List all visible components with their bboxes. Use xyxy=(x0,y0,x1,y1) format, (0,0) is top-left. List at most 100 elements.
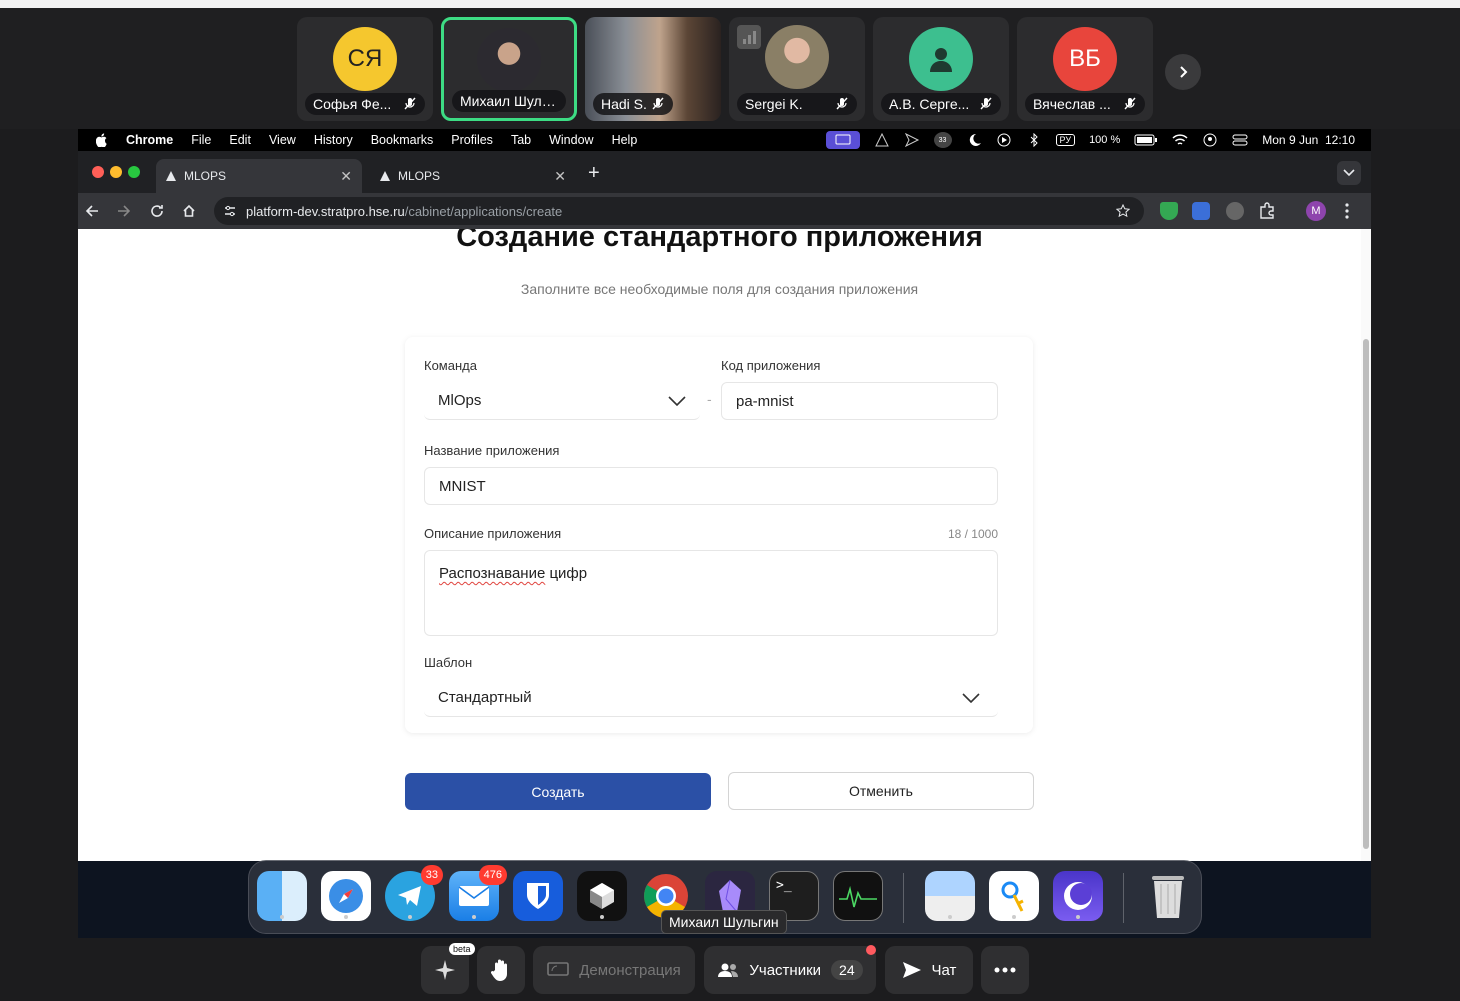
dock-tooltip: Михаил Шульгин xyxy=(661,910,787,934)
page-scrollbar[interactable] xyxy=(1361,229,1371,861)
zoom-window-button[interactable] xyxy=(128,166,140,178)
chat-button[interactable]: Чат xyxy=(885,946,973,994)
description-textarea[interactable]: Распознавание цифр xyxy=(424,550,998,636)
address-bar[interactable]: platform-dev.stratpro.hse.ru/cabinet/app… xyxy=(214,197,1144,225)
safari-icon[interactable] xyxy=(321,871,371,921)
screen-share-icon[interactable] xyxy=(825,131,860,149)
bitwarden-icon[interactable] xyxy=(513,871,563,921)
menu-file[interactable]: File xyxy=(191,133,211,147)
play-icon[interactable] xyxy=(996,133,1012,147)
cube-app-icon[interactable] xyxy=(577,871,627,921)
participants-button[interactable]: Участники 24 xyxy=(704,946,876,994)
bluetooth-icon[interactable] xyxy=(1026,133,1042,147)
send-icon[interactable] xyxy=(904,133,920,147)
next-participants-button[interactable] xyxy=(1165,54,1201,90)
app-name-input[interactable]: MNIST xyxy=(424,467,998,505)
moon-icon[interactable] xyxy=(966,133,982,147)
top-strip xyxy=(0,0,1460,8)
profile-avatar[interactable]: M xyxy=(1306,201,1326,221)
team-select[interactable]: MlOps xyxy=(424,382,700,420)
site-settings-icon[interactable] xyxy=(224,205,236,217)
shield-extension-icon[interactable] xyxy=(1160,202,1178,220)
mic-off-icon xyxy=(1124,97,1136,110)
telegram-icon[interactable]: 33 xyxy=(385,865,443,921)
apple-icon[interactable] xyxy=(96,133,108,147)
menu-chrome[interactable]: Chrome xyxy=(126,133,173,147)
participant-name: Михаил Шуль... xyxy=(452,90,566,112)
telegram-badge: 33 xyxy=(420,865,443,885)
scroll-thumb[interactable] xyxy=(1363,339,1369,849)
avatar xyxy=(477,28,541,92)
menu-profiles[interactable]: Profiles xyxy=(451,133,493,147)
participants-label: Участники xyxy=(749,961,822,979)
tab-search-button[interactable] xyxy=(1337,161,1361,185)
page-title: Создание стандартного приложения xyxy=(456,229,983,253)
participant-tile[interactable]: А.В. Серге... xyxy=(873,17,1009,121)
reload-button[interactable] xyxy=(147,201,167,221)
participant-tile[interactable]: Hadi S. xyxy=(585,17,721,121)
participant-tile-active[interactable]: Михаил Шуль... xyxy=(441,17,577,121)
battery-icon[interactable] xyxy=(1134,134,1158,146)
battery-percent: 100 % xyxy=(1089,134,1121,146)
preview-icon[interactable] xyxy=(925,871,975,921)
menu-tab[interactable]: Tab xyxy=(511,133,531,147)
menu-history[interactable]: History xyxy=(314,133,353,147)
notification-count-icon[interactable]: 33 xyxy=(933,132,952,148)
vpn-icon[interactable] xyxy=(874,133,890,147)
close-window-button[interactable] xyxy=(92,166,104,178)
puzzle-icon[interactable] xyxy=(1258,202,1276,220)
close-tab-icon[interactable]: ✕ xyxy=(554,168,566,185)
participant-tile[interactable]: ВБ Вячеслав ... xyxy=(1017,17,1153,121)
running-dot xyxy=(1012,915,1016,919)
code-separator: - xyxy=(707,391,712,407)
extension-icon[interactable] xyxy=(1226,202,1244,220)
url-path: /cabinet/applications/create xyxy=(404,203,563,219)
dock-separator xyxy=(903,873,904,923)
activity-monitor-icon[interactable] xyxy=(833,871,883,921)
more-button[interactable] xyxy=(981,946,1029,994)
user-icon[interactable] xyxy=(1202,133,1218,147)
bitwarden-extension-icon[interactable] xyxy=(1192,202,1210,220)
menu-edit[interactable]: Edit xyxy=(229,133,251,147)
avatar xyxy=(765,25,829,89)
wifi-icon[interactable] xyxy=(1172,133,1188,147)
tab-mlops-active[interactable]: MLOPS ✕ xyxy=(156,159,362,193)
finder-icon[interactable] xyxy=(257,871,307,921)
create-button[interactable]: Создать xyxy=(405,773,711,810)
mic-off-icon xyxy=(404,97,416,110)
template-label: Шаблон xyxy=(424,655,473,670)
back-button[interactable] xyxy=(82,201,102,221)
passwords-icon[interactable] xyxy=(989,871,1039,921)
menu-bookmarks[interactable]: Bookmarks xyxy=(371,133,434,147)
participant-tile[interactable]: Sergei K. xyxy=(729,17,865,121)
input-source[interactable]: РУ xyxy=(1055,134,1076,146)
menubar-clock[interactable]: Mon 9 Jun 12:10 xyxy=(1262,133,1355,147)
kebab-menu-icon[interactable] xyxy=(1340,202,1354,220)
chevron-down-icon xyxy=(962,693,980,703)
home-button[interactable] xyxy=(179,201,199,221)
call-controls: Демонстрация Участники 24 Чат xyxy=(0,938,1460,1001)
menu-window[interactable]: Window xyxy=(549,133,593,147)
tab-mlops[interactable]: MLOPS ✕ xyxy=(370,159,576,193)
minimize-window-button[interactable] xyxy=(110,166,122,178)
reload-icon xyxy=(151,205,163,217)
control-center-icon[interactable] xyxy=(1232,133,1248,147)
participant-tile[interactable]: СЯ Софья Фе... xyxy=(297,17,433,121)
browser-toolbar: platform-dev.stratpro.hse.ru/cabinet/app… xyxy=(78,193,1371,229)
bookmark-star-icon[interactable] xyxy=(1116,204,1130,218)
menu-view[interactable]: View xyxy=(269,133,296,147)
shared-screen: Chrome File Edit View History Bookmarks … xyxy=(78,129,1371,938)
menu-help[interactable]: Help xyxy=(612,133,638,147)
chat-label: Чат xyxy=(931,961,957,979)
mail-icon[interactable]: 476 xyxy=(449,865,507,921)
app-code-input[interactable]: pa-mnist xyxy=(721,382,998,420)
forward-button[interactable] xyxy=(114,201,134,221)
firefox-nightly-icon[interactable] xyxy=(1053,871,1103,921)
new-tab-button[interactable]: + xyxy=(588,163,600,183)
cancel-button[interactable]: Отменить xyxy=(728,772,1034,810)
trash-icon[interactable] xyxy=(1143,871,1193,921)
screen-share-button[interactable]: Демонстрация xyxy=(533,946,695,994)
template-select[interactable]: Стандартный xyxy=(424,679,998,717)
raise-hand-button[interactable] xyxy=(477,946,525,994)
close-tab-icon[interactable]: ✕ xyxy=(340,168,352,185)
